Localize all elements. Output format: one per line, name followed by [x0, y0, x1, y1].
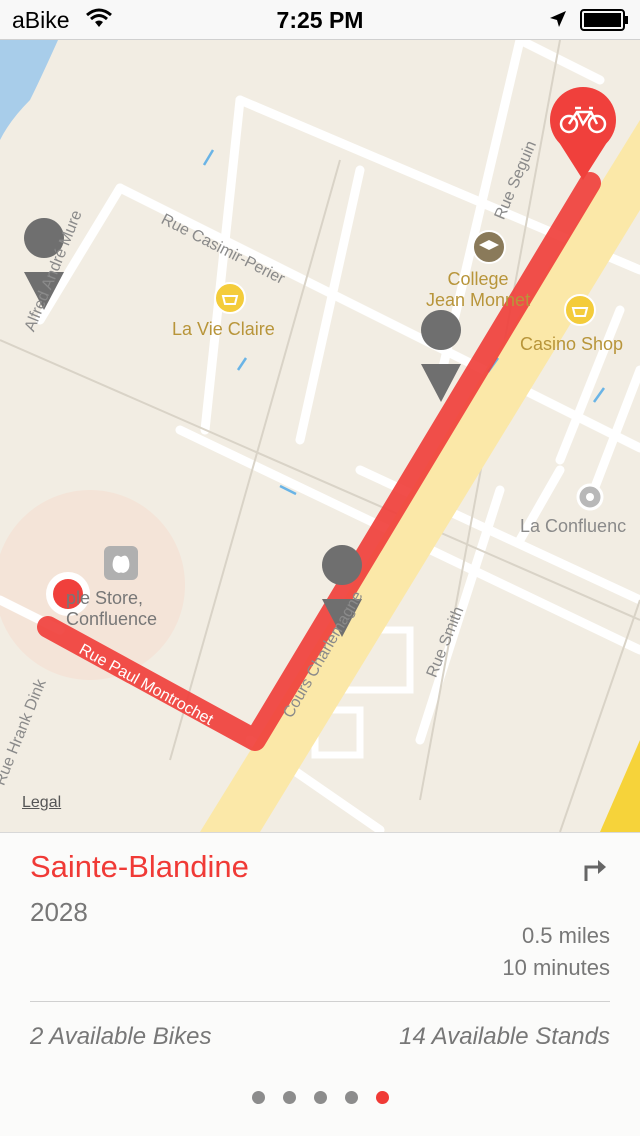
station-id: 2028 [30, 897, 88, 927]
page-indicator[interactable] [0, 1091, 640, 1104]
legal-link[interactable]: Legal [22, 794, 61, 812]
circle-icon[interactable] [576, 483, 604, 511]
basket-icon-2[interactable] [564, 294, 596, 326]
poi-apple-store-label: ple Store, Confluence [66, 588, 158, 629]
page-dot[interactable] [282, 1091, 296, 1104]
map-view[interactable]: La Vie Claire College Jean Monnet Casino… [0, 40, 640, 832]
available-stands-label: 14 Available Stands [399, 1023, 610, 1050]
location-arrow-icon [550, 11, 566, 27]
available-bikes-label: 2 Available Bikes [30, 1023, 212, 1050]
status-bar: aBike 7:25 PM [0, 0, 640, 40]
duration-label: 10 minutes [502, 955, 610, 980]
map-canvas[interactable] [0, 40, 640, 832]
divider [30, 1001, 610, 1002]
basket-icon[interactable] [214, 282, 246, 314]
station-panel[interactable]: Sainte-Blandine 2028 0.5 miles 10 minute… [0, 832, 640, 1136]
directions-turn-icon[interactable] [582, 857, 608, 883]
poi-la-vie-claire-label: La Vie Claire [172, 319, 275, 339]
graduation-cap-icon[interactable] [472, 230, 506, 264]
station-name: Sainte-Blandine [30, 849, 249, 884]
page-dot-active[interactable] [375, 1091, 389, 1104]
page-dot[interactable] [313, 1091, 327, 1104]
page-dot[interactable] [251, 1091, 265, 1104]
poi-casino-label: Casino Shop [520, 334, 624, 354]
distance-label: 0.5 miles [521, 923, 610, 948]
clock: 7:25 PM [276, 7, 364, 33]
page-dot[interactable] [344, 1091, 358, 1104]
destination-pin[interactable] [549, 86, 617, 182]
battery-icon [580, 9, 628, 31]
apple-icon[interactable] [103, 545, 139, 581]
poi-confluence-label: La Confluenc [520, 516, 627, 536]
poi-college-label: College Jean Monnet [426, 269, 531, 310]
